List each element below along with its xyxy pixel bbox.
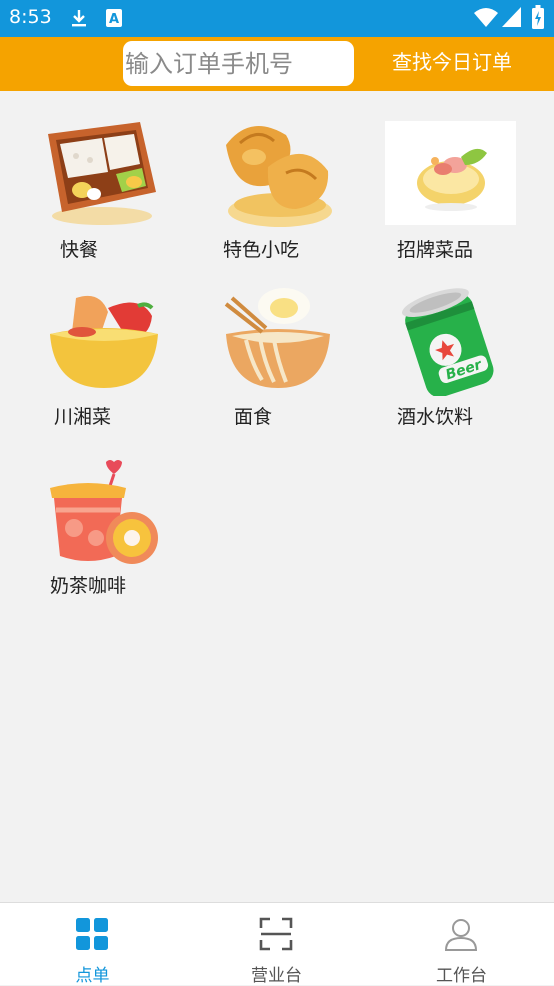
signature-dish-icon — [385, 121, 516, 225]
find-today-orders-button[interactable]: 查找今日订单 — [392, 46, 512, 75]
grid-icon — [76, 918, 108, 950]
user-icon — [444, 919, 478, 951]
category-sichuan-hunan[interactable]: 川湘菜 — [30, 284, 180, 434]
a-notification-icon: A — [106, 9, 122, 27]
tab-order[interactable]: 点单 — [0, 903, 185, 986]
tab-label: 工作台 — [436, 966, 487, 986]
status-bar: 8:53 A — [0, 0, 554, 37]
header-bar: 查找今日订单 — [0, 37, 554, 91]
svg-text:A: A — [109, 12, 119, 27]
category-noodles[interactable]: 面食 — [210, 284, 360, 434]
download-icon — [72, 10, 86, 27]
category-signature-dishes[interactable]: 招牌菜品 — [385, 111, 535, 261]
tab-business-desk[interactable]: 营业台 — [184, 903, 369, 986]
beer-can-icon: Beer — [401, 288, 494, 396]
tab-workbench[interactable]: 工作台 — [369, 903, 554, 986]
category-label: 特色小吃 — [223, 239, 300, 261]
category-label: 快餐 — [60, 239, 99, 261]
category-label: 奶茶咖啡 — [50, 575, 127, 597]
status-time: 8:53 — [9, 6, 52, 28]
category-label: 川湘菜 — [54, 406, 112, 428]
search-input[interactable] — [123, 41, 354, 86]
category-drinks[interactable]: Beer 酒水饮料 — [385, 284, 535, 434]
category-milk-tea-coffee[interactable]: 奶茶咖啡 — [30, 456, 180, 606]
category-label: 酒水饮料 — [397, 406, 474, 428]
noodle-bowl-icon — [224, 288, 330, 388]
signal-icon — [502, 7, 521, 27]
chili-bowl-icon — [50, 295, 158, 388]
category-special-snacks[interactable]: 特色小吃 — [210, 111, 360, 261]
tab-label: 点单 — [75, 966, 110, 986]
buns-basket-icon — [226, 126, 332, 227]
bento-box-icon — [48, 122, 156, 225]
category-label: 面食 — [234, 406, 273, 428]
wifi-icon — [474, 8, 498, 27]
tab-label: 营业台 — [251, 966, 302, 986]
category-fast-food[interactable]: 快餐 — [30, 111, 180, 261]
battery-charging-icon — [532, 5, 544, 29]
bottom-tab-bar: 点单 营业台 工作台 — [0, 902, 554, 986]
milk-tea-icon — [50, 460, 158, 564]
category-label: 招牌菜品 — [397, 239, 474, 261]
scan-icon — [259, 917, 293, 951]
